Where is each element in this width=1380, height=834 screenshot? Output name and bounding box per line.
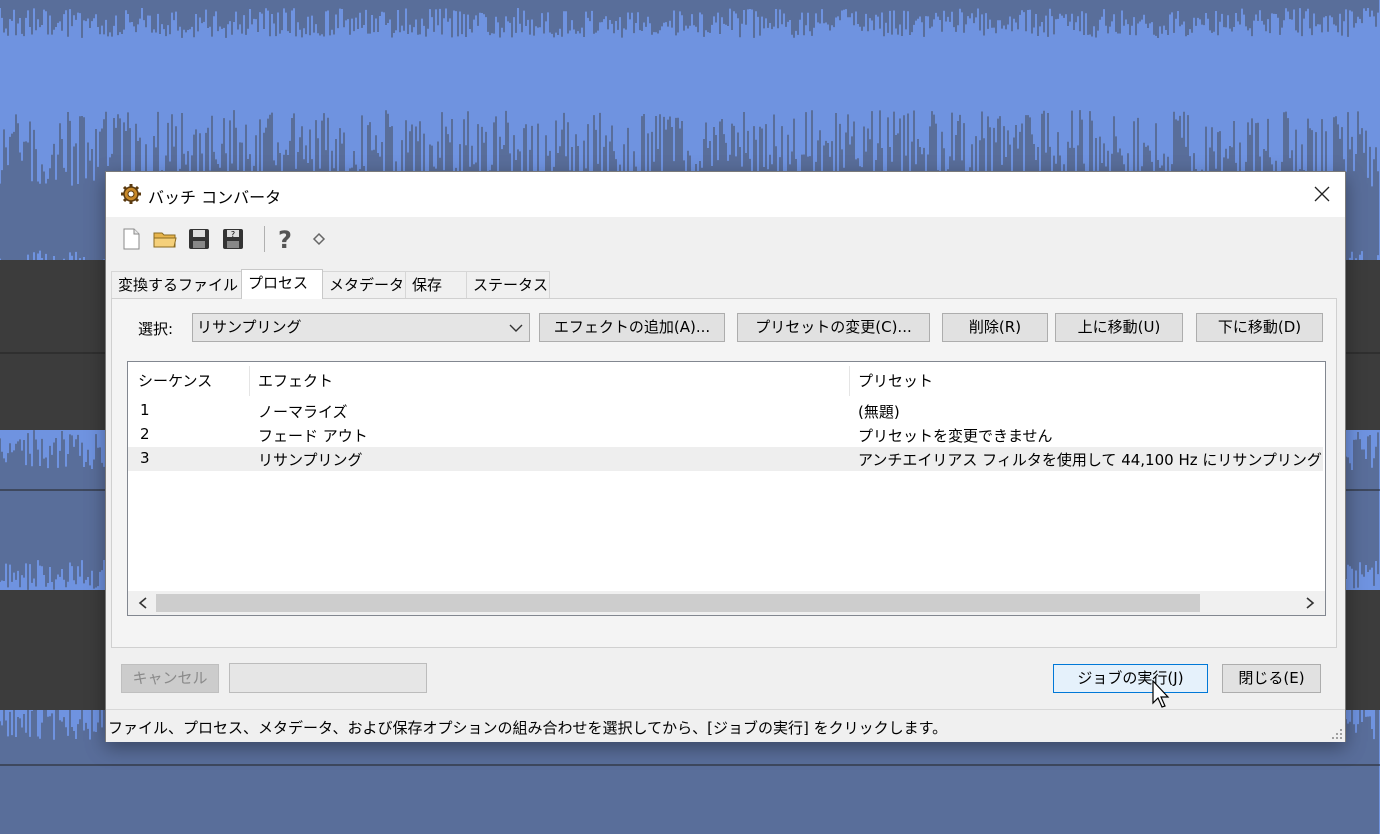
close-window-button[interactable]: [1299, 172, 1345, 217]
row-sequence: 2: [140, 425, 150, 443]
window-title: バッチ コンバータ: [148, 188, 282, 207]
tab-files[interactable]: 変換するファイル: [111, 271, 242, 298]
scrollbar-thumb[interactable]: [156, 594, 1200, 612]
horizontal-scrollbar[interactable]: [128, 591, 1325, 615]
diamond-icon[interactable]: [306, 226, 332, 252]
tab-save[interactable]: 保存: [405, 271, 467, 298]
delete-button[interactable]: 削除(R): [942, 313, 1048, 342]
process-panel: 選択: リサンプリング エフェクトの追加(A)... プリセットの変更(C)..…: [111, 298, 1337, 648]
open-folder-icon[interactable]: [152, 226, 178, 252]
toolbar-separator: [264, 226, 265, 252]
move-up-button[interactable]: 上に移動(U): [1055, 313, 1183, 342]
move-down-button[interactable]: 下に移動(D): [1196, 313, 1323, 342]
column-sequence[interactable]: シーケンス: [138, 370, 212, 391]
close-button[interactable]: 閉じる(E): [1222, 664, 1321, 693]
run-job-button[interactable]: ジョブの実行(J): [1053, 664, 1208, 693]
title-bar: バッチ コンバータ: [106, 172, 1345, 217]
effects-list[interactable]: シーケンス エフェクト プリセット 1 ノーマライズ (無題) 2 フェード ア…: [127, 361, 1326, 616]
tab-process[interactable]: プロセス: [241, 269, 323, 299]
effect-select-value: リサンプリング: [197, 318, 302, 336]
status-bar: ファイル、プロセス、メタデータ、および保存オプションの組み合わせを選択してから、…: [106, 709, 1345, 742]
column-divider[interactable]: [849, 366, 850, 396]
column-effect[interactable]: エフェクト: [258, 370, 333, 391]
new-file-icon[interactable]: [118, 226, 144, 252]
svg-text:?: ?: [278, 226, 292, 252]
change-preset-button[interactable]: プリセットの変更(C)...: [737, 313, 930, 342]
table-row-selected[interactable]: 3 リサンプリング アンチエイリアス フィルタを使用して 44,100 Hz に…: [128, 447, 1323, 471]
gear-icon: [121, 184, 141, 204]
row-effect: フェード アウト: [258, 427, 368, 445]
row-preset: プリセットを変更できません: [858, 427, 1053, 445]
close-icon: [1314, 186, 1330, 202]
list-header: シーケンス エフェクト プリセット: [128, 362, 1325, 398]
add-effect-button[interactable]: エフェクトの追加(A)...: [539, 313, 725, 342]
mouse-cursor-icon: [1152, 680, 1170, 708]
cancel-button[interactable]: キャンセル: [121, 664, 219, 693]
chevron-down-icon: [509, 324, 523, 332]
select-label: 選択:: [138, 320, 174, 338]
column-divider[interactable]: [249, 366, 250, 396]
progress-bar: [229, 663, 427, 693]
svg-text:?: ?: [231, 230, 235, 239]
row-effect: ノーマライズ: [258, 403, 348, 421]
row-sequence: 1: [140, 401, 150, 419]
row-preset: (無題): [858, 403, 900, 421]
help-icon[interactable]: ?: [272, 226, 298, 254]
status-text: ファイル、プロセス、メタデータ、および保存オプションの組み合わせを選択してから、…: [108, 719, 948, 737]
batch-converter-dialog: バッチ コンバータ ? ? 変換するファイル プロセス メタデータ 保存 ステー…: [105, 171, 1346, 742]
scroll-left-icon[interactable]: [138, 597, 148, 609]
save-icon[interactable]: [186, 226, 212, 252]
table-row[interactable]: 1 ノーマライズ (無題): [128, 399, 1323, 423]
row-effect: リサンプリング: [258, 451, 363, 469]
effect-select[interactable]: リサンプリング: [192, 313, 530, 342]
row-sequence: 3: [140, 449, 150, 467]
toolbar: ? ?: [116, 222, 416, 256]
tab-status[interactable]: ステータス: [466, 271, 550, 298]
table-row[interactable]: 2 フェード アウト プリセットを変更できません: [128, 423, 1323, 447]
column-preset[interactable]: プリセット: [858, 370, 933, 391]
save-as-icon[interactable]: ?: [220, 226, 246, 252]
resize-grip-icon[interactable]: [1331, 728, 1343, 740]
tab-metadata[interactable]: メタデータ: [322, 271, 406, 298]
row-preset: アンチエイリアス フィルタを使用して 44,100 Hz にリサンプリング: [858, 451, 1322, 469]
scroll-right-icon[interactable]: [1305, 597, 1315, 609]
